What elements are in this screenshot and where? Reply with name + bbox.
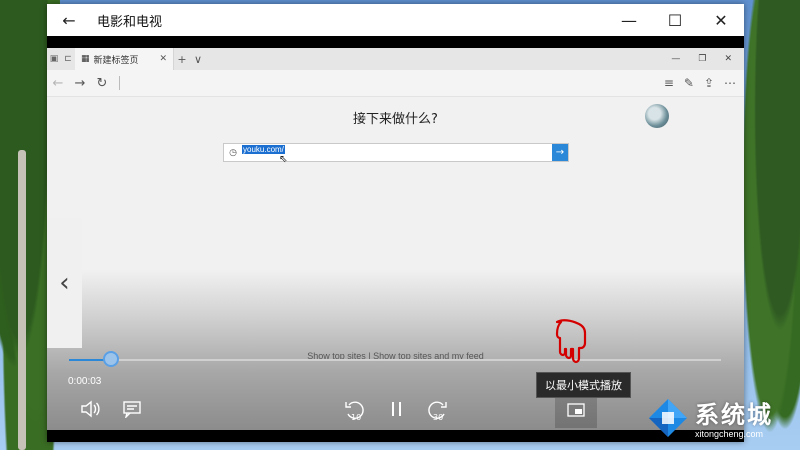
history-icon: ◷ (229, 147, 237, 158)
browser-tools: ≡ ✎ ⇪ ⋯ (664, 76, 744, 90)
desktop-wallpaper-foliage (740, 0, 800, 450)
search-input: youku.com/ (242, 145, 552, 160)
browser-tab-label: 新建标签页 (93, 54, 139, 65)
rewind-button[interactable]: 10 (341, 398, 367, 422)
close-icon: ✕ (714, 10, 728, 30)
title-bar: ← 电影和电视 — ☐ ✕ (47, 4, 744, 36)
pause-icon (392, 402, 401, 416)
browser-search-box: ◷ youku.com/ → (223, 143, 569, 162)
nav-divider (119, 76, 120, 90)
hub-icon: ≡ (663, 76, 674, 90)
web-note-icon: ✎ (683, 76, 694, 90)
avatar (645, 104, 669, 128)
maximize-button[interactable]: ☐ (652, 4, 698, 36)
forward-seconds: 30 (433, 413, 444, 422)
browser-tab-bar: ▣ ⊏ ▦ 新建标签页 ✕ + ∨ — ❐ ✕ (47, 48, 744, 70)
share-icon: ⇪ (703, 76, 714, 90)
back-arrow-icon: ← (62, 10, 76, 30)
browser-window-controls: — ❐ ✕ (671, 54, 744, 64)
search-input-value: youku.com/ (242, 145, 285, 154)
app-title: 电影和电视 (97, 13, 163, 29)
browser-forward-icon: → (74, 75, 86, 91)
tab-preview-icon: ▣ (49, 54, 59, 64)
volume-button[interactable] (78, 398, 102, 420)
seek-bar[interactable] (69, 351, 721, 367)
pointing-hand-icon (555, 319, 587, 364)
current-time: 0:00:03 (68, 376, 102, 387)
forward-button[interactable]: 30 (425, 398, 451, 422)
close-button[interactable]: ✕ (698, 4, 744, 36)
video-frame[interactable]: ▣ ⊏ ▦ 新建标签页 ✕ + ∨ — ❐ ✕ ← → ↻ ≡ ✎ ⇪ ⋯ 接下… (47, 48, 744, 430)
minimize-button[interactable]: — (606, 4, 652, 36)
windows-logo-icon (649, 399, 687, 437)
movies-tv-window: ← 电影和电视 — ☐ ✕ ▣ ⊏ ▦ 新建标签页 ✕ + ∨ — ❐ ✕ ← … (47, 4, 744, 442)
mini-view-icon (567, 403, 585, 417)
browser-refresh-icon: ↻ (96, 75, 108, 91)
browser-tab: ▦ 新建标签页 ✕ (75, 48, 174, 70)
chevron-left-icon: ‹ (59, 268, 70, 298)
watermark-brand: 系统城 (695, 401, 773, 429)
browser-back-icon: ← (52, 75, 64, 91)
more-icon: ⋯ (724, 76, 736, 90)
new-tab-icon: + (177, 52, 187, 66)
subtitles-button[interactable] (120, 398, 144, 420)
mouse-cursor-icon: ⇖ (279, 154, 288, 165)
watermark-url: xitongcheng.com (695, 429, 764, 439)
volume-icon (81, 400, 100, 418)
tab-dropdown-icon: ∨ (193, 52, 203, 66)
browser-heading: 接下来做什么? (353, 112, 438, 127)
search-go-icon: → (552, 144, 568, 161)
back-button[interactable]: ← (47, 4, 91, 36)
minimize-icon: — (621, 10, 637, 30)
browser-close-icon: ✕ (724, 54, 732, 64)
window-bottom-edge (47, 430, 744, 442)
browser-nav-bar: ← → ↻ ≡ ✎ ⇪ ⋯ (47, 70, 744, 97)
maximize-icon: ☐ (667, 10, 683, 30)
browser-minimize-icon: — (671, 54, 681, 64)
mini-view-tooltip: 以最小模式播放 (536, 372, 631, 398)
watermark: 系统城 xitongcheng.com (645, 395, 795, 445)
browser-restore-icon: ❐ (698, 54, 707, 64)
pause-button[interactable] (387, 398, 407, 420)
previous-video-button[interactable]: ‹ (47, 218, 82, 348)
subtitles-icon (123, 401, 141, 418)
seek-thumb[interactable] (103, 351, 120, 367)
tab-close-icon: ✕ (159, 54, 167, 64)
page-icon: ▦ (81, 54, 90, 64)
rewind-seconds: 10 (351, 413, 362, 422)
tab-aside-icon: ⊏ (64, 54, 72, 64)
